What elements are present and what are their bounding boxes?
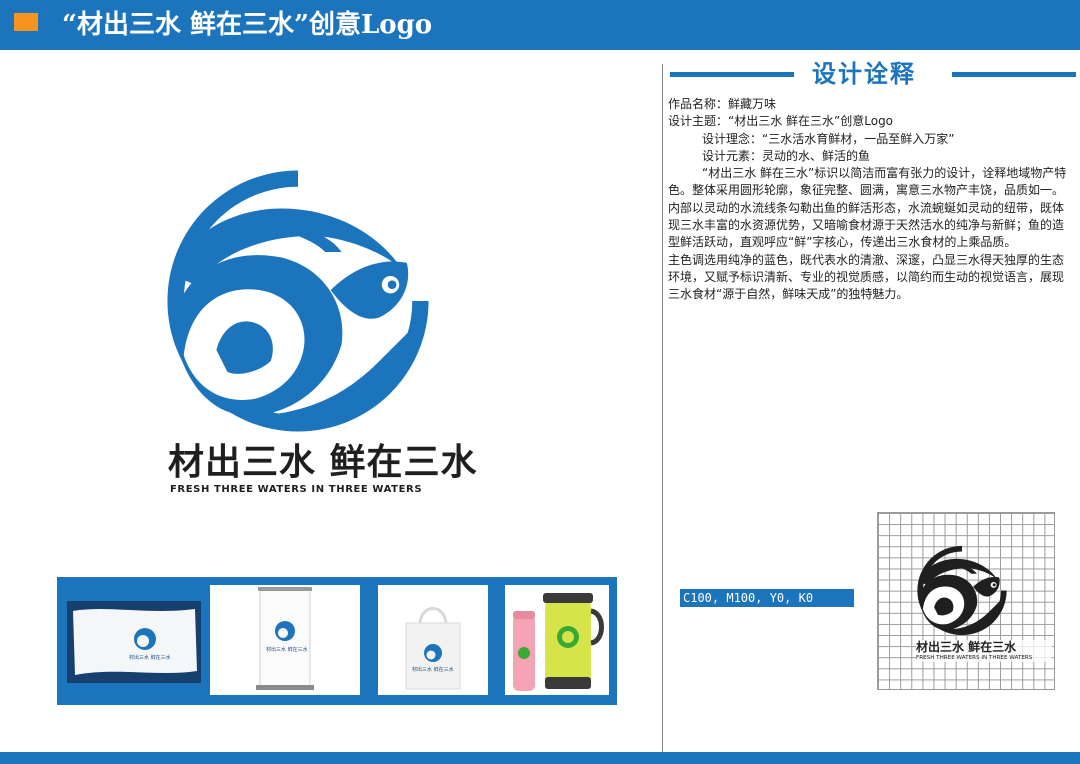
bottles-mockup [505,585,609,695]
flag-brand-text: 材出三水 鲜在三水 [129,655,171,661]
flag-mockup: 材出三水 鲜在三水 [67,601,201,683]
color-spec-label: C100, M100, Y0, K0 [680,589,854,607]
tote-bag-mockup: 材出三水 鲜在三水 [378,585,488,695]
work-name: 作品名称：鲜藏万味 [668,97,777,111]
design-concept: 设计理念：“三水活水育鲜材，一品至鲜入万家” [702,131,955,146]
header-bar: “材出三水 鲜在三水”创意Logo [0,0,1080,50]
design-elements: 设计元素：灵动的水、鲜活的鱼 [702,148,871,163]
bottle-icon [513,593,604,691]
title-rule-left [670,72,794,77]
rollup-banner-mockup: 材出三水 鲜在三水 [210,585,360,695]
footer-bar [0,752,1080,764]
banner-stand-icon [256,587,314,690]
fish-wave-logo [167,170,429,432]
title-rule-right [952,72,1076,77]
vertical-divider [662,64,663,752]
brand-name-en: FRESH THREE WATERS IN THREE WATERS [170,484,423,495]
description-body: “材出三水 鲜在三水”标识以简洁而富有张力的设计，诠释地域物产特色。整体采用圆形… [668,166,1067,250]
page-title: “材出三水 鲜在三水”创意Logo [62,10,433,40]
grid-brand-name-cn: 材出三水 鲜在三水 [916,640,1052,655]
grid-brand-name-en: FRESH THREE WATERS IN THREE WATERS [916,655,1052,662]
mockup-strip: 材出三水 鲜在三水 材出三水 鲜在三水 材出三水 鲜在三水 [57,577,617,705]
design-theme: 设计主题：“材出三水 鲜在三水”创意Logo [668,114,894,129]
design-description: 作品名称：鲜藏万味 设计主题：“材出三水 鲜在三水”创意Logo 设计理念：“三… [668,96,1074,304]
flag-icon [67,601,201,683]
brand-name-cn: 材出三水 鲜在三水 [168,442,478,483]
color-note: 主色调选用纯净的蓝色，既代表水的清澈、深邃，凸显三水得天独厚的生态环境，又赋予标… [668,252,1065,302]
fish-wave-logo-mono [917,545,1007,636]
orange-square-icon [14,13,38,31]
banner-brand-text: 材出三水 鲜在三水 [266,647,308,653]
tote-bag-icon [405,607,461,690]
bag-brand-text: 材出三水 鲜在三水 [412,667,454,673]
section-title: 设计诠释 [812,60,916,88]
